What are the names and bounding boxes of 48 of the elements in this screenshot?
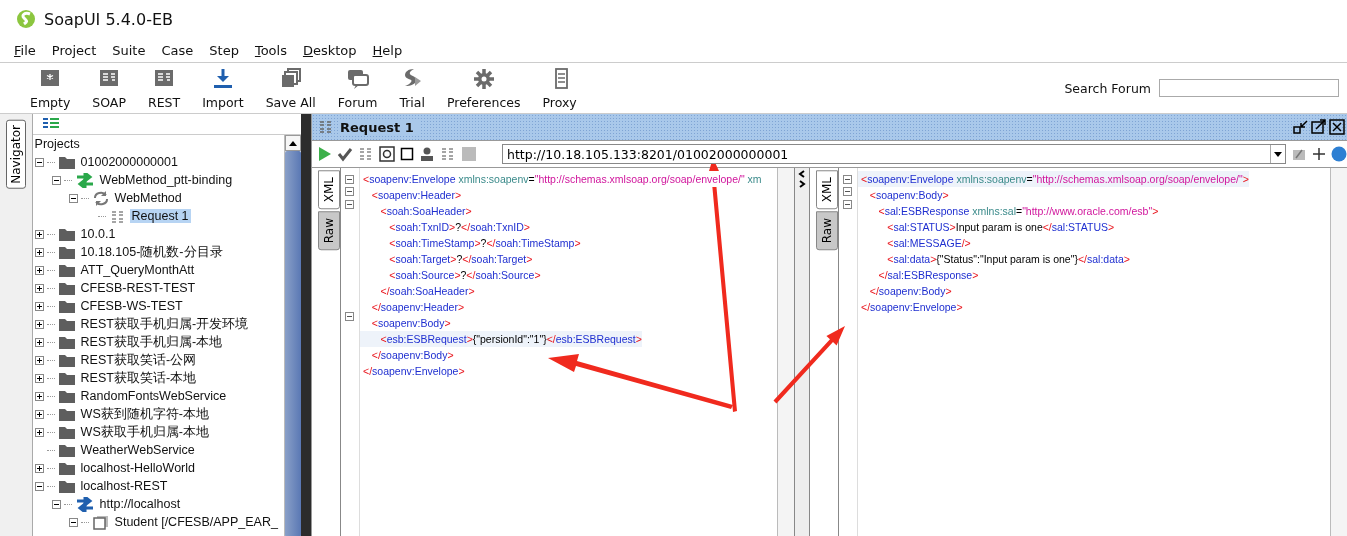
tree-item[interactable]: http://localhost	[97, 497, 183, 511]
tree-item[interactable]: RandomFontsWebService	[78, 389, 229, 403]
tree-item[interactable]: REST获取手机归属-本地	[78, 333, 225, 351]
tree-item[interactable]: CFESB-REST-TEST	[78, 281, 198, 295]
tree-item[interactable]: WS获取手机归属-本地	[78, 423, 211, 441]
editor-tab[interactable]: Raw	[816, 211, 838, 251]
toolbar-button[interactable]: REST	[139, 66, 189, 110]
toolbar-button[interactable]: Preferences	[438, 66, 529, 110]
tree-item[interactable]: REST获取笑话-本地	[78, 369, 199, 387]
tree-item[interactable]: Request 1	[129, 209, 191, 223]
tree-item[interactable]: REST获取手机归属-开发环境	[78, 315, 251, 333]
toolbar-button[interactable]: Trial	[391, 66, 433, 110]
menu-item[interactable]: Step	[209, 42, 239, 58]
editor-tab[interactable]: XML	[318, 170, 340, 210]
tree-item[interactable]: WeatherWebService	[78, 443, 197, 457]
editor-tab[interactable]: Raw	[318, 211, 340, 251]
toolbar-button[interactable]: SOAP	[84, 66, 134, 110]
toolbar-button[interactable]: Import	[194, 66, 252, 110]
menu-item[interactable]: Help	[372, 42, 403, 58]
tree-item[interactable]: localhost-HelloWorld	[78, 461, 197, 475]
toolbar-button[interactable]: Empty	[22, 66, 79, 110]
tree-item[interactable]: WebMethod	[112, 191, 184, 205]
tree-item[interactable]: 01002000000001	[78, 155, 180, 169]
toolbar-button[interactable]: Forum	[329, 66, 386, 110]
window-title: SoapUI 5.4.0-EB	[44, 9, 173, 29]
menu-item[interactable]: Case	[161, 42, 194, 58]
tree-item[interactable]: localhost-REST	[78, 479, 170, 493]
tree-item[interactable]: CFESB-WS-TEST	[78, 299, 185, 313]
search-label: Search Forum	[1064, 80, 1151, 96]
navigator-tab[interactable]: Navigator	[5, 120, 26, 189]
menu-item[interactable]: Desktop	[302, 42, 357, 58]
menu-item[interactable]: Project	[51, 42, 97, 58]
url-field[interactable]: http://10.18.105.133:8201/01002000000001	[502, 144, 1286, 164]
tree-item[interactable]: WS获到随机字符-本地	[78, 405, 211, 423]
menu-item[interactable]: Suite	[112, 42, 146, 58]
request-title: Request 1	[340, 119, 420, 135]
toolbar-button[interactable]: Proxy	[534, 66, 585, 110]
tree-item[interactable]: 10.0.1	[78, 227, 118, 241]
menu-item[interactable]: Tools	[254, 42, 287, 58]
tree-item[interactable]: 10.18.105-随机数-分目录	[78, 243, 225, 261]
tree-root: Projects	[34, 136, 81, 153]
tree-item[interactable]: ATT_QueryMonthAtt	[78, 263, 197, 277]
tree-item[interactable]: Student [/CFESB/APP_EAR_	[112, 515, 280, 529]
toolbar-button[interactable]: Save All	[257, 66, 324, 110]
tree-item[interactable]: WebMethod_ptt-binding	[97, 173, 235, 187]
editor-tab[interactable]: XML	[816, 170, 838, 210]
tree-item[interactable]: REST获取笑话-公网	[78, 351, 199, 369]
menu-item[interactable]: File	[14, 42, 36, 58]
